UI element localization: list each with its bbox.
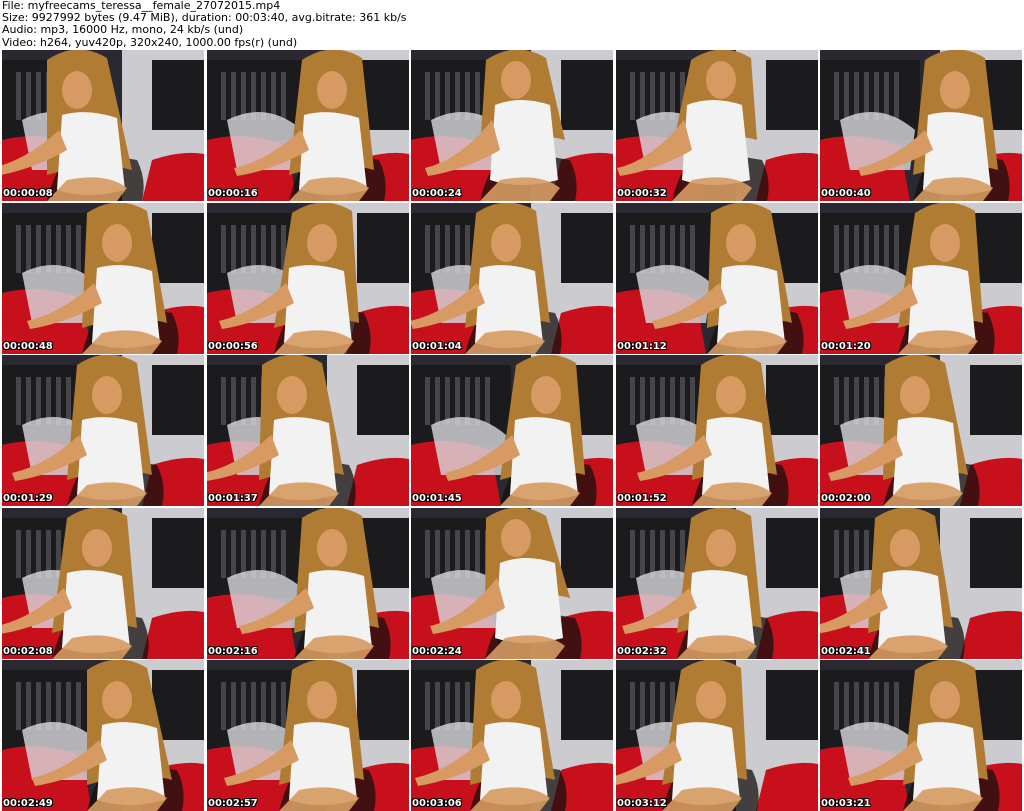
frame-image — [2, 508, 204, 659]
frame-timestamp: 00:01:29 — [3, 493, 53, 504]
video-frame-thumbnail: 00:00:40 — [820, 50, 1022, 201]
frame-image — [820, 50, 1022, 201]
frame-timestamp: 00:00:40 — [821, 188, 871, 199]
frame-image — [207, 355, 409, 506]
video-frame-thumbnail: 00:02:49 — [2, 660, 204, 811]
video-frame-thumbnail: 00:00:56 — [207, 203, 409, 354]
video-frame-thumbnail: 00:02:57 — [207, 660, 409, 811]
video-frame-thumbnail: 00:02:41 — [820, 508, 1022, 659]
video-frame-thumbnail: 00:02:16 — [207, 508, 409, 659]
video-frame-thumbnail: 00:02:00 — [820, 355, 1022, 506]
file-info-header: File: myfreecams_teressa__female_2707201… — [2, 0, 1022, 49]
video-frame-thumbnail: 00:01:45 — [411, 355, 613, 506]
frame-timestamp: 00:00:08 — [3, 188, 53, 199]
frame-timestamp: 00:01:37 — [208, 493, 258, 504]
frame-timestamp: 00:02:08 — [3, 646, 53, 657]
frame-image — [820, 203, 1022, 354]
frame-image — [616, 660, 818, 811]
video-frame-thumbnail: 00:03:12 — [616, 660, 818, 811]
video-frame-thumbnail: 00:02:32 — [616, 508, 818, 659]
frame-timestamp: 00:02:16 — [208, 646, 258, 657]
frame-image — [820, 508, 1022, 659]
video-frame-thumbnail: 00:01:12 — [616, 203, 818, 354]
frame-timestamp: 00:03:21 — [821, 798, 871, 809]
frame-image — [616, 508, 818, 659]
frame-image — [207, 508, 409, 659]
video-frame-thumbnail: 00:03:06 — [411, 660, 613, 811]
frame-image — [207, 50, 409, 201]
frame-image — [820, 660, 1022, 811]
frame-timestamp: 00:01:12 — [617, 341, 667, 352]
frame-timestamp: 00:02:41 — [821, 646, 871, 657]
video-frame-thumbnail: 00:01:20 — [820, 203, 1022, 354]
video-frame-thumbnail: 00:00:24 — [411, 50, 613, 201]
video-frame-thumbnail: 00:03:21 — [820, 660, 1022, 811]
frame-image — [616, 50, 818, 201]
video-frame-thumbnail: 00:02:24 — [411, 508, 613, 659]
frame-timestamp: 00:01:45 — [412, 493, 462, 504]
frame-image — [411, 203, 613, 354]
frame-timestamp: 00:02:24 — [412, 646, 462, 657]
frame-timestamp: 00:01:04 — [412, 341, 462, 352]
video-frame-thumbnail: 00:01:52 — [616, 355, 818, 506]
frame-image — [2, 50, 204, 201]
frame-image — [616, 203, 818, 354]
video-frame-thumbnail: 00:00:16 — [207, 50, 409, 201]
frame-image — [411, 355, 613, 506]
frame-timestamp: 00:02:00 — [821, 493, 871, 504]
frame-image — [2, 660, 204, 811]
frame-image — [2, 203, 204, 354]
frame-image — [207, 203, 409, 354]
audio-info-line: Audio: mp3, 16000 Hz, mono, 24 kb/s (und… — [2, 23, 244, 37]
frame-image — [411, 660, 613, 811]
frame-timestamp: 00:00:24 — [412, 188, 462, 199]
frame-timestamp: 00:01:52 — [617, 493, 667, 504]
frame-timestamp: 00:02:57 — [208, 798, 258, 809]
frame-image — [616, 355, 818, 506]
frame-timestamp: 00:01:20 — [821, 341, 871, 352]
frame-timestamp: 00:03:06 — [412, 798, 462, 809]
frame-image — [411, 50, 613, 201]
frame-timestamp: 00:02:49 — [3, 798, 53, 809]
video-frame-thumbnail: 00:00:32 — [616, 50, 818, 201]
video-frame-thumbnail: 00:01:29 — [2, 355, 204, 506]
frame-timestamp: 00:03:12 — [617, 798, 667, 809]
frame-image — [2, 355, 204, 506]
frame-image — [820, 355, 1022, 506]
video-frame-thumbnail: 00:00:08 — [2, 50, 204, 201]
video-frame-thumbnail: 00:01:04 — [411, 203, 613, 354]
frame-image — [411, 508, 613, 659]
frame-timestamp: 00:00:32 — [617, 188, 667, 199]
video-frame-thumbnail: 00:00:48 — [2, 203, 204, 354]
frame-timestamp: 00:00:48 — [3, 341, 53, 352]
video-frame-thumbnail: 00:02:08 — [2, 508, 204, 659]
video-frame-thumbnail: 00:01:37 — [207, 355, 409, 506]
frame-image — [207, 660, 409, 811]
video-info-line: Video: h264, yuv420p, 320x240, 1000.00 f… — [2, 35, 298, 49]
thumbnail-grid: 00:00:08 00:00:16 00:00:24 00:00:32 00:0… — [2, 50, 1022, 811]
frame-timestamp: 00:00:16 — [208, 188, 258, 199]
frame-timestamp: 00:02:32 — [617, 646, 667, 657]
frame-timestamp: 00:00:56 — [208, 341, 258, 352]
